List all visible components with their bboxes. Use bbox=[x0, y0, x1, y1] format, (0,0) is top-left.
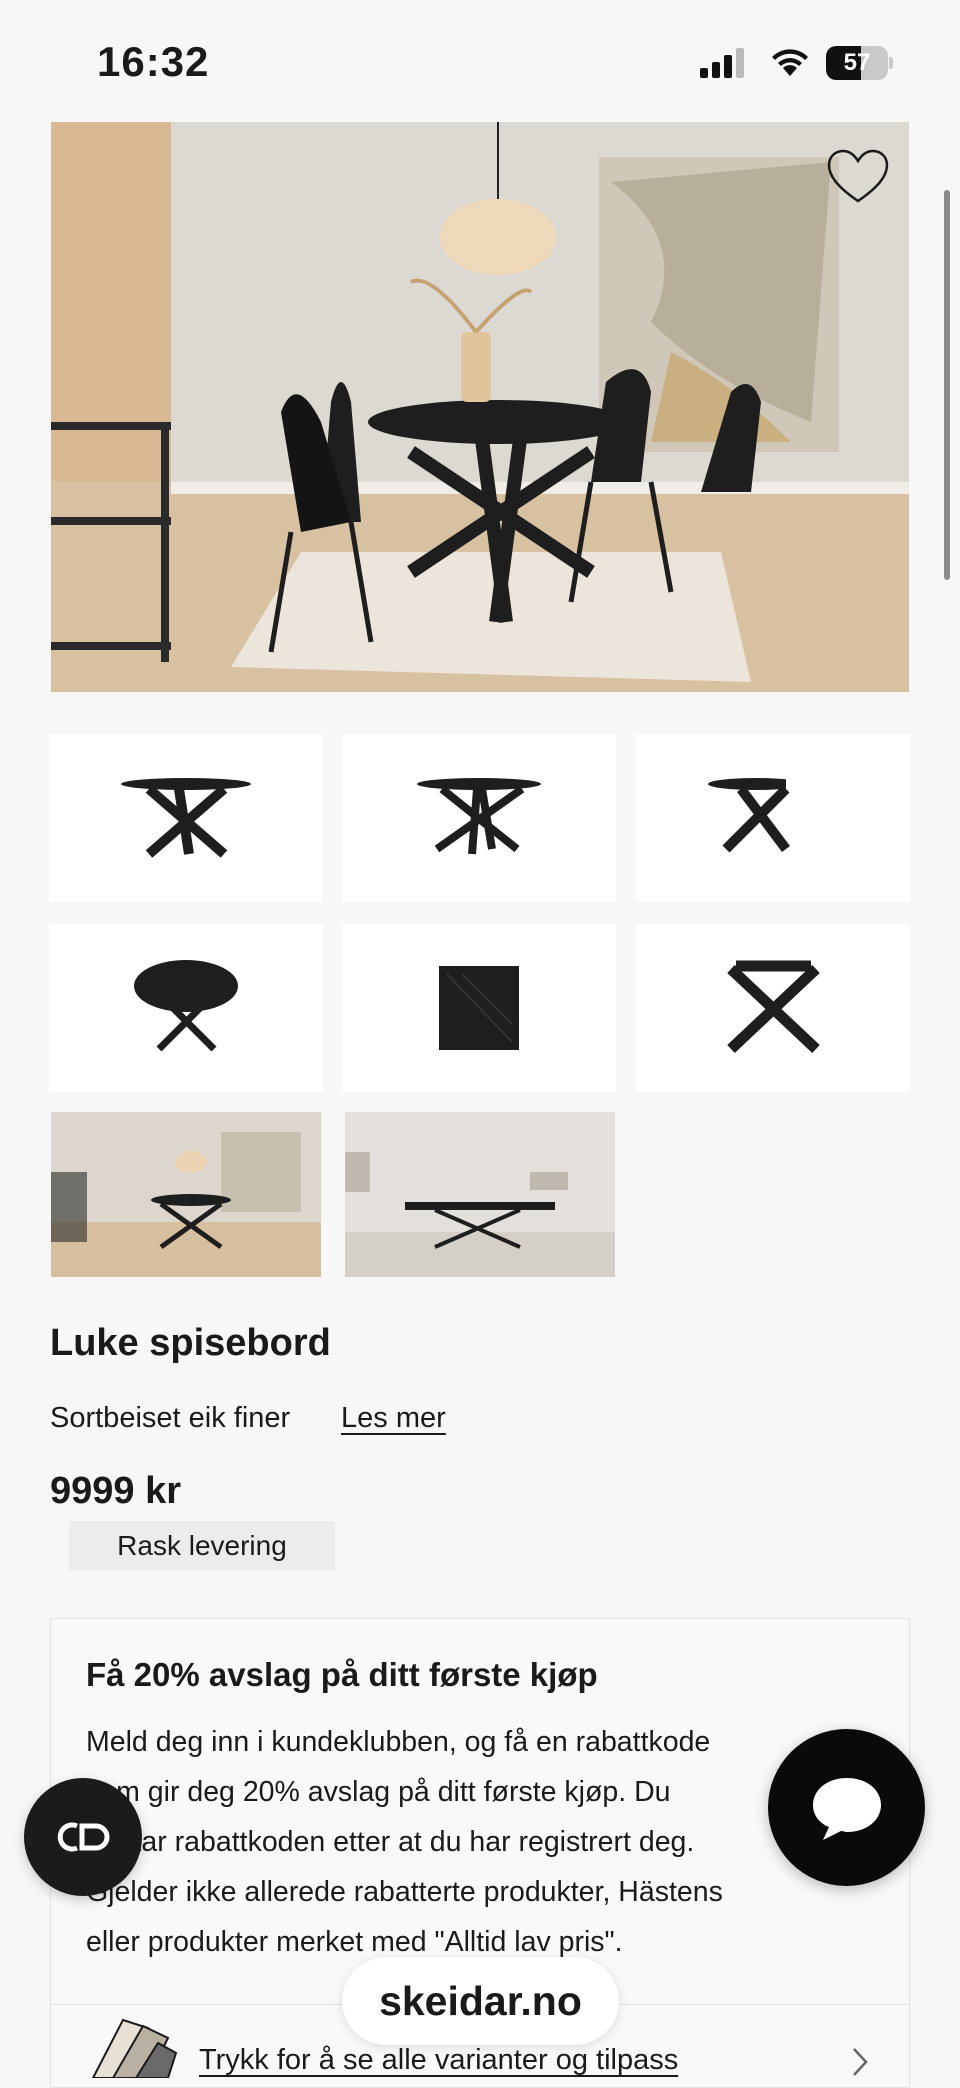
promo-text-line: som gir deg 20% avslag på ditt første kj… bbox=[86, 1776, 671, 1808]
chat-bubble-icon bbox=[812, 1777, 881, 1840]
compare-icon bbox=[57, 1822, 110, 1852]
status-bar: 16:32 57 bbox=[0, 0, 960, 122]
scrollbar[interactable] bbox=[944, 190, 950, 580]
site-url-pill[interactable]: skeidar.no bbox=[342, 1957, 619, 2045]
thumbnail-table-detail[interactable] bbox=[636, 734, 910, 902]
compare-button[interactable] bbox=[24, 1778, 142, 1896]
promo-text-line: Gjelder ikke allerede rabatterte produkt… bbox=[86, 1876, 723, 1908]
status-time: 16:32 bbox=[97, 38, 210, 85]
product-title: Luke spisebord bbox=[50, 1322, 331, 1364]
thumbnail-table-side[interactable] bbox=[342, 734, 616, 902]
thumbnail-table-top[interactable] bbox=[49, 924, 323, 1092]
thumbnail-wood-texture[interactable] bbox=[342, 924, 616, 1092]
product-price: 9999 kr bbox=[50, 1470, 182, 1512]
thumbnail-room-photo-1[interactable] bbox=[51, 1112, 321, 1277]
product-material: Sortbeiset eik finer bbox=[50, 1402, 291, 1434]
thumbnail-table-front[interactable] bbox=[49, 734, 323, 902]
battery-indicator: 57 bbox=[826, 46, 894, 80]
battery-level-text: 57 bbox=[843, 49, 871, 76]
thumbnail-room-photo-2[interactable] bbox=[345, 1112, 615, 1277]
delivery-badge: Rask levering bbox=[69, 1521, 335, 1570]
promo-text-line: Meld deg inn i kundeklubben, og få en ra… bbox=[86, 1726, 711, 1758]
cellular-signal-icon bbox=[700, 48, 744, 78]
chat-button[interactable] bbox=[768, 1729, 925, 1886]
promo-text-line: eller produkter merket med "Alltid lav p… bbox=[86, 1926, 623, 1958]
heart-icon[interactable] bbox=[826, 148, 890, 206]
chevron-right-icon[interactable] bbox=[848, 2046, 872, 2078]
promo-text-line: mottar rabattkoden etter at du har regis… bbox=[86, 1826, 695, 1858]
thumbnail-table-legs[interactable] bbox=[636, 924, 910, 1092]
promo-title: Få 20% avslag på ditt første kjøp bbox=[86, 1656, 598, 1693]
fabric-swatch-icon bbox=[91, 2018, 178, 2078]
read-more-link[interactable]: Les mer bbox=[341, 1402, 446, 1435]
wifi-icon bbox=[772, 49, 808, 76]
product-hero-image[interactable] bbox=[51, 122, 909, 692]
variants-link[interactable]: Trykk for å se alle varianter og tilpass bbox=[199, 2044, 678, 2077]
